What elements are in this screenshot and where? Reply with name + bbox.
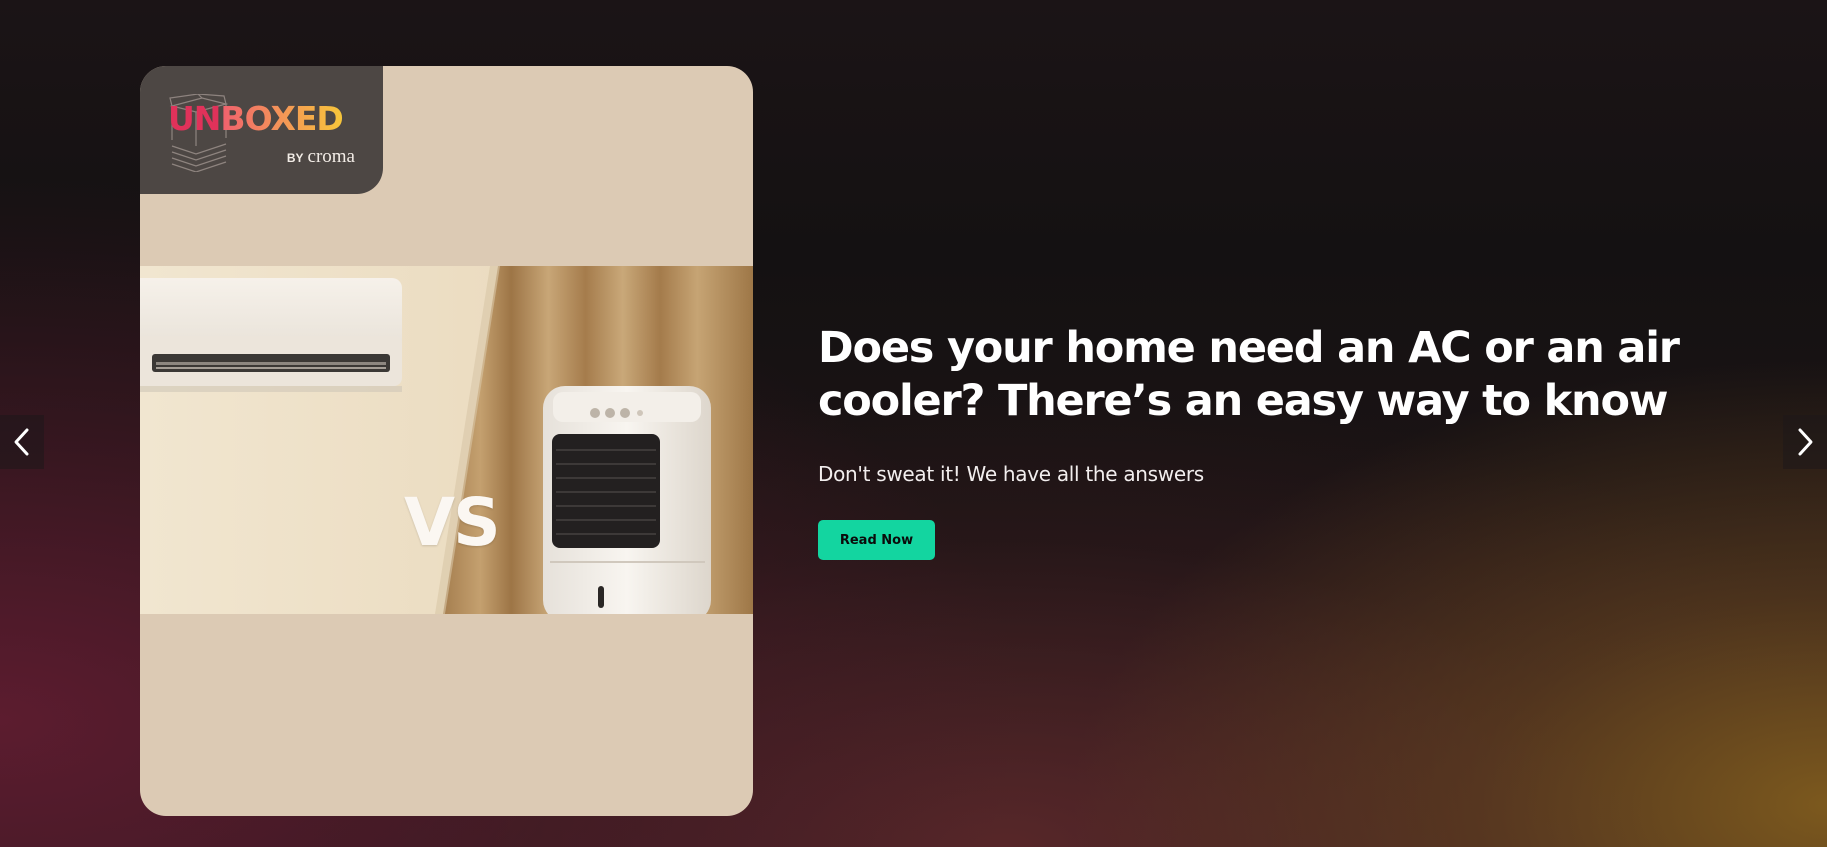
slide-headline: Does your home need an AC or an air cool… bbox=[818, 323, 1680, 426]
ac-vs-cooler-image bbox=[140, 266, 753, 614]
chevron-left-icon bbox=[14, 428, 29, 456]
unboxed-logo: UNBOXED BY croma bbox=[140, 66, 383, 194]
logo-byline: BY croma bbox=[287, 146, 355, 168]
slide-subtitle: Don't sweat it! We have all the answers bbox=[818, 462, 1204, 486]
logo-croma-text: croma bbox=[307, 146, 355, 167]
chevron-right-icon bbox=[1798, 428, 1813, 456]
logo-boxed-text: BOXED bbox=[220, 99, 343, 138]
article-image-card[interactable]: UNBOXED BY croma VS bbox=[140, 66, 753, 816]
prev-slide-button[interactable] bbox=[0, 415, 44, 469]
logo-by-text: BY bbox=[286, 151, 304, 165]
logo-un-text: UN bbox=[168, 99, 221, 138]
read-now-button[interactable]: Read Now bbox=[818, 520, 935, 560]
next-slide-button[interactable] bbox=[1783, 415, 1827, 469]
vs-label: VS bbox=[404, 484, 501, 561]
